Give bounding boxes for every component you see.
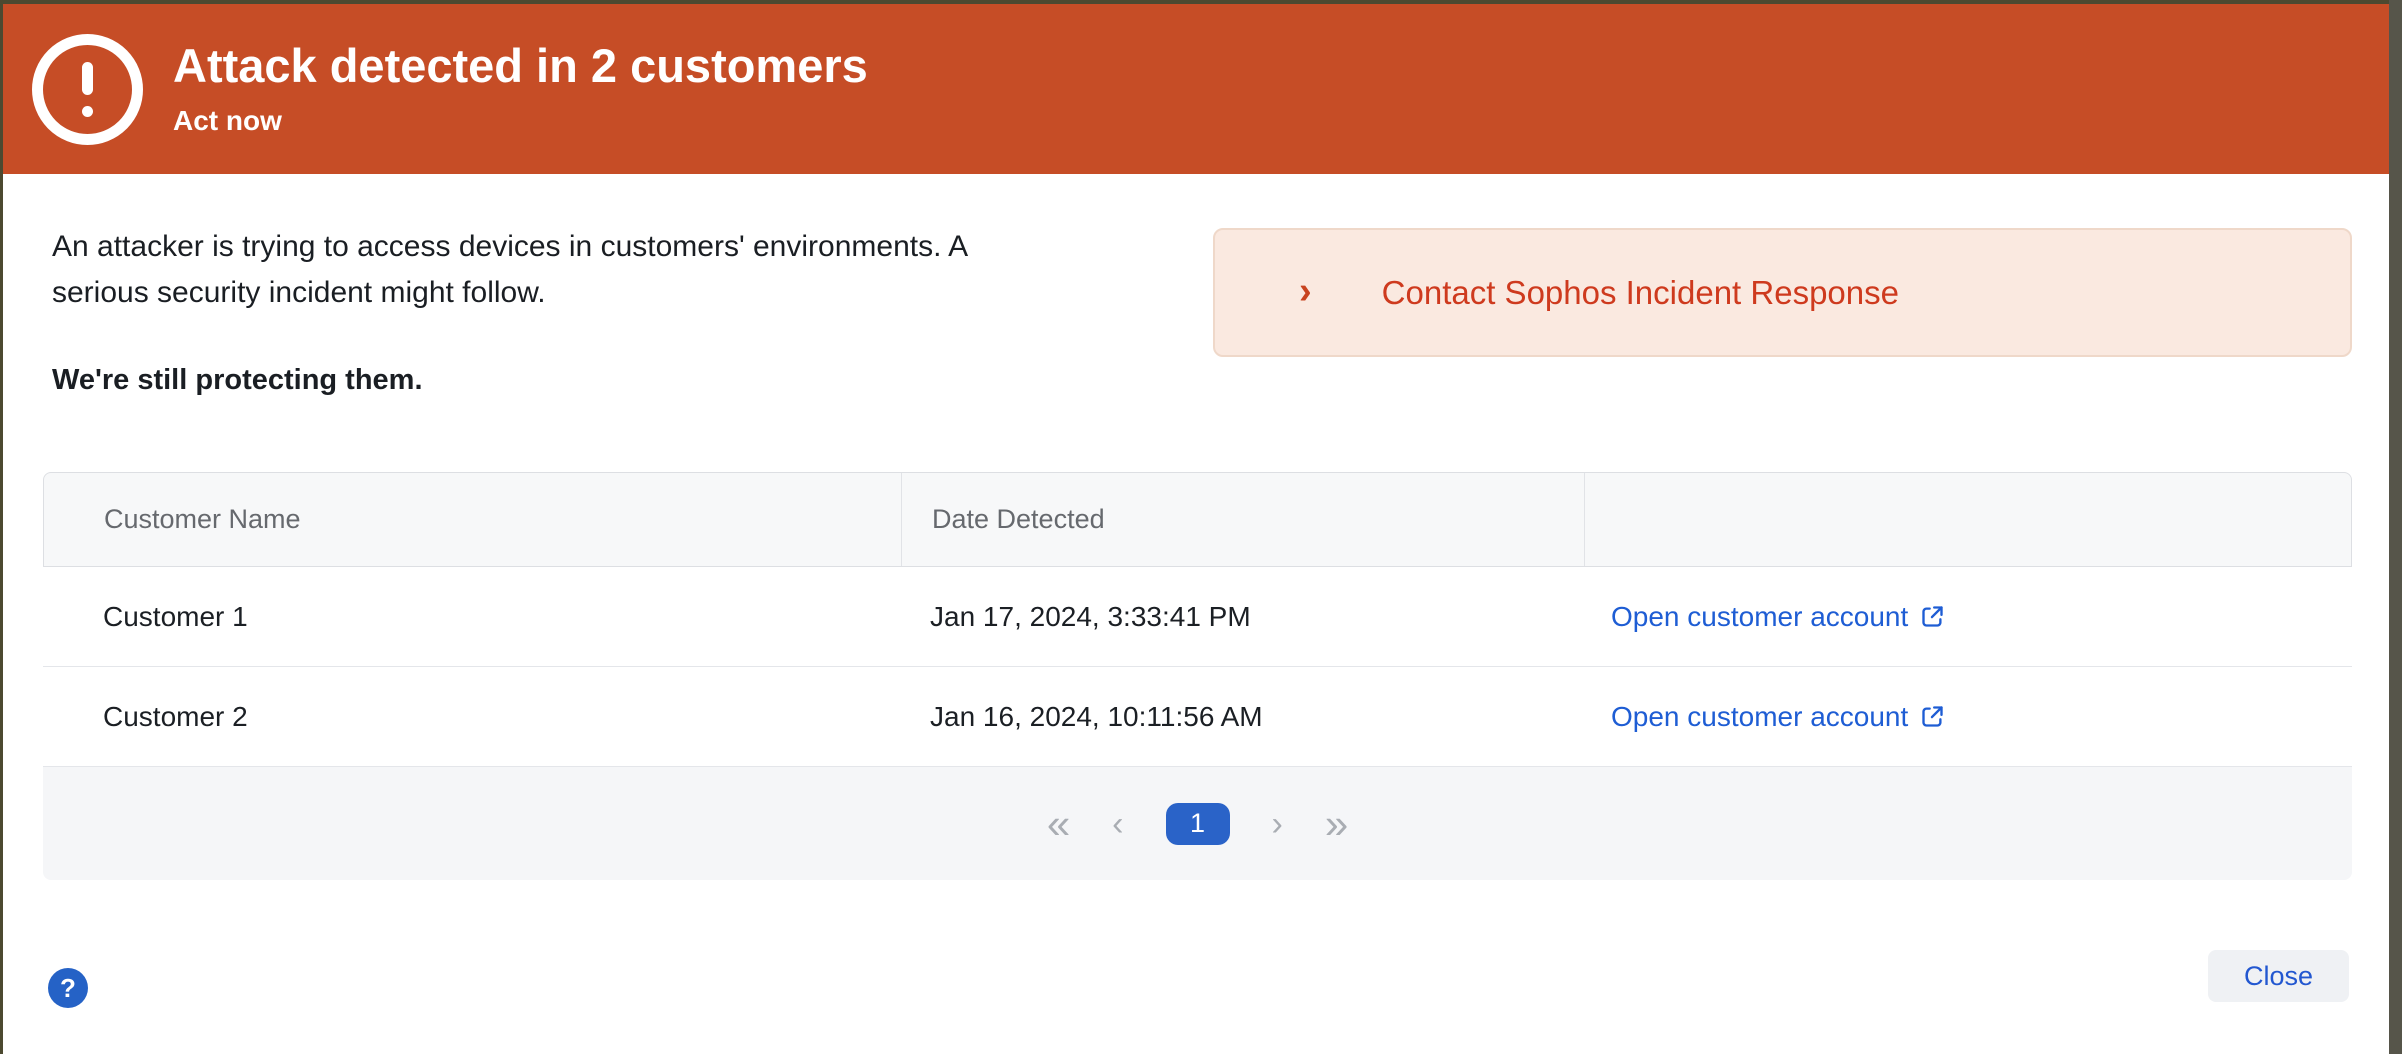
pagination-previous-page-button[interactable]: ‹	[1112, 807, 1123, 841]
contact-incident-response-button[interactable]: › Contact Sophos Incident Response	[1213, 228, 2352, 357]
actions-cell: Open customer account	[1583, 601, 2352, 633]
open-customer-account-link[interactable]: Open customer account	[1611, 701, 1946, 733]
date-detected-cell: Jan 16, 2024, 10:11:56 AM	[900, 701, 1583, 733]
open-customer-account-link[interactable]: Open customer account	[1611, 601, 1946, 633]
table-row: Customer 1 Jan 17, 2024, 3:33:41 PM Open…	[43, 567, 2352, 667]
alert-protection-note: We're still protecting them.	[52, 364, 1192, 397]
alert-description-line-1: An attacker is trying to access devices …	[52, 224, 1192, 270]
alert-subtitle: Act now	[173, 105, 868, 137]
table-row: Customer 2 Jan 16, 2024, 10:11:56 AM Ope…	[43, 667, 2352, 767]
date-detected-cell: Jan 17, 2024, 3:33:41 PM	[900, 601, 1583, 633]
alert-banner-text: Attack detected in 2 customers Act now	[173, 41, 868, 137]
alert-exclamation-dot	[82, 106, 93, 117]
close-button[interactable]: Close	[2208, 950, 2349, 1002]
background-page-sliver-top	[0, 0, 2402, 4]
column-header-customer-name: Customer Name	[44, 473, 901, 566]
contact-incident-response-label: Contact Sophos Incident Response	[1382, 274, 1899, 312]
chevron-right-icon: ›	[1299, 272, 1312, 310]
pagination-last-page-button[interactable]: »	[1325, 803, 1348, 845]
alert-description: An attacker is trying to access devices …	[52, 224, 1192, 397]
pagination-first-page-button[interactable]: «	[1047, 803, 1070, 845]
background-page-sliver-right	[2389, 0, 2402, 1054]
external-link-icon	[1919, 603, 1946, 630]
attack-detected-dialog: Attack detected in 2 customers Act now A…	[0, 0, 2402, 1054]
actions-cell: Open customer account	[1583, 701, 2352, 733]
alert-title: Attack detected in 2 customers	[173, 41, 868, 90]
table-header-row: Customer Name Date Detected	[43, 472, 2352, 567]
external-link-icon	[1919, 703, 1946, 730]
background-page-sliver-left	[0, 0, 3, 1054]
pagination-current-page[interactable]: 1	[1166, 803, 1230, 845]
alert-exclamation-bar	[82, 62, 93, 95]
open-customer-account-label: Open customer account	[1611, 601, 1908, 633]
customer-name-cell: Customer 2	[43, 701, 900, 733]
customer-name-cell: Customer 1	[43, 601, 900, 633]
alert-banner: Attack detected in 2 customers Act now	[3, 4, 2389, 174]
alert-exclamation-icon	[32, 34, 143, 145]
help-icon[interactable]: ?	[48, 968, 88, 1008]
table-pagination-bar: « ‹ 1 › »	[43, 767, 2352, 880]
column-header-date-detected: Date Detected	[901, 473, 1584, 566]
alert-description-line-2: serious security incident might follow.	[52, 270, 1192, 316]
open-customer-account-label: Open customer account	[1611, 701, 1908, 733]
pagination-next-page-button[interactable]: ›	[1272, 807, 1283, 841]
affected-customers-table: Customer Name Date Detected Customer 1 J…	[43, 472, 2352, 880]
column-header-actions	[1584, 473, 2351, 566]
